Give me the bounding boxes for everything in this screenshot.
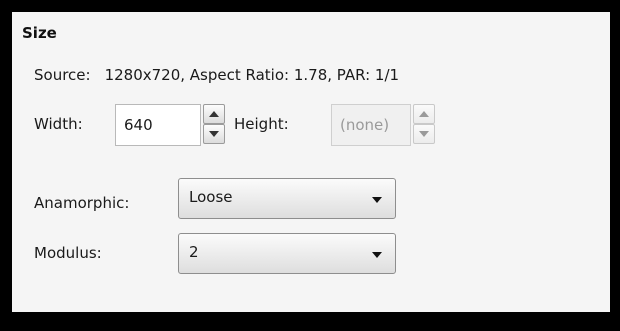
size-panel: Size Source: 1280x720, Aspect Ratio: 1.78… (12, 12, 610, 312)
height-value: (none) (340, 116, 390, 134)
height-label: Height: (234, 115, 289, 133)
anamorphic-label: Anamorphic: (34, 194, 130, 212)
section-title: Size (22, 24, 57, 42)
triangle-up-icon (209, 111, 219, 117)
width-increment-button[interactable] (203, 104, 225, 124)
modulus-dropdown[interactable]: 2 (178, 233, 396, 274)
width-value: 640 (124, 116, 153, 134)
width-input[interactable]: 640 (115, 104, 201, 146)
chevron-down-icon (372, 197, 382, 203)
height-decrement-button (413, 124, 435, 144)
source-label: Source: (34, 66, 91, 84)
chevron-down-icon (372, 252, 382, 258)
modulus-selected: 2 (189, 243, 199, 261)
anamorphic-dropdown[interactable]: Loose (178, 178, 396, 219)
height-increment-button (413, 104, 435, 124)
height-spinner (413, 104, 435, 144)
modulus-label: Modulus: (34, 244, 102, 262)
anamorphic-selected: Loose (189, 188, 233, 206)
width-decrement-button[interactable] (203, 124, 225, 144)
source-value: 1280x720, Aspect Ratio: 1.78, PAR: 1/1 (104, 66, 400, 84)
width-label: Width: (34, 115, 83, 133)
source-info: Source: 1280x720, Aspect Ratio: 1.78, PAR… (34, 66, 399, 84)
triangle-down-icon (209, 131, 219, 137)
triangle-down-icon (419, 131, 429, 137)
width-spinner[interactable] (203, 104, 225, 144)
height-input: (none) (331, 104, 411, 146)
triangle-up-icon (419, 111, 429, 117)
